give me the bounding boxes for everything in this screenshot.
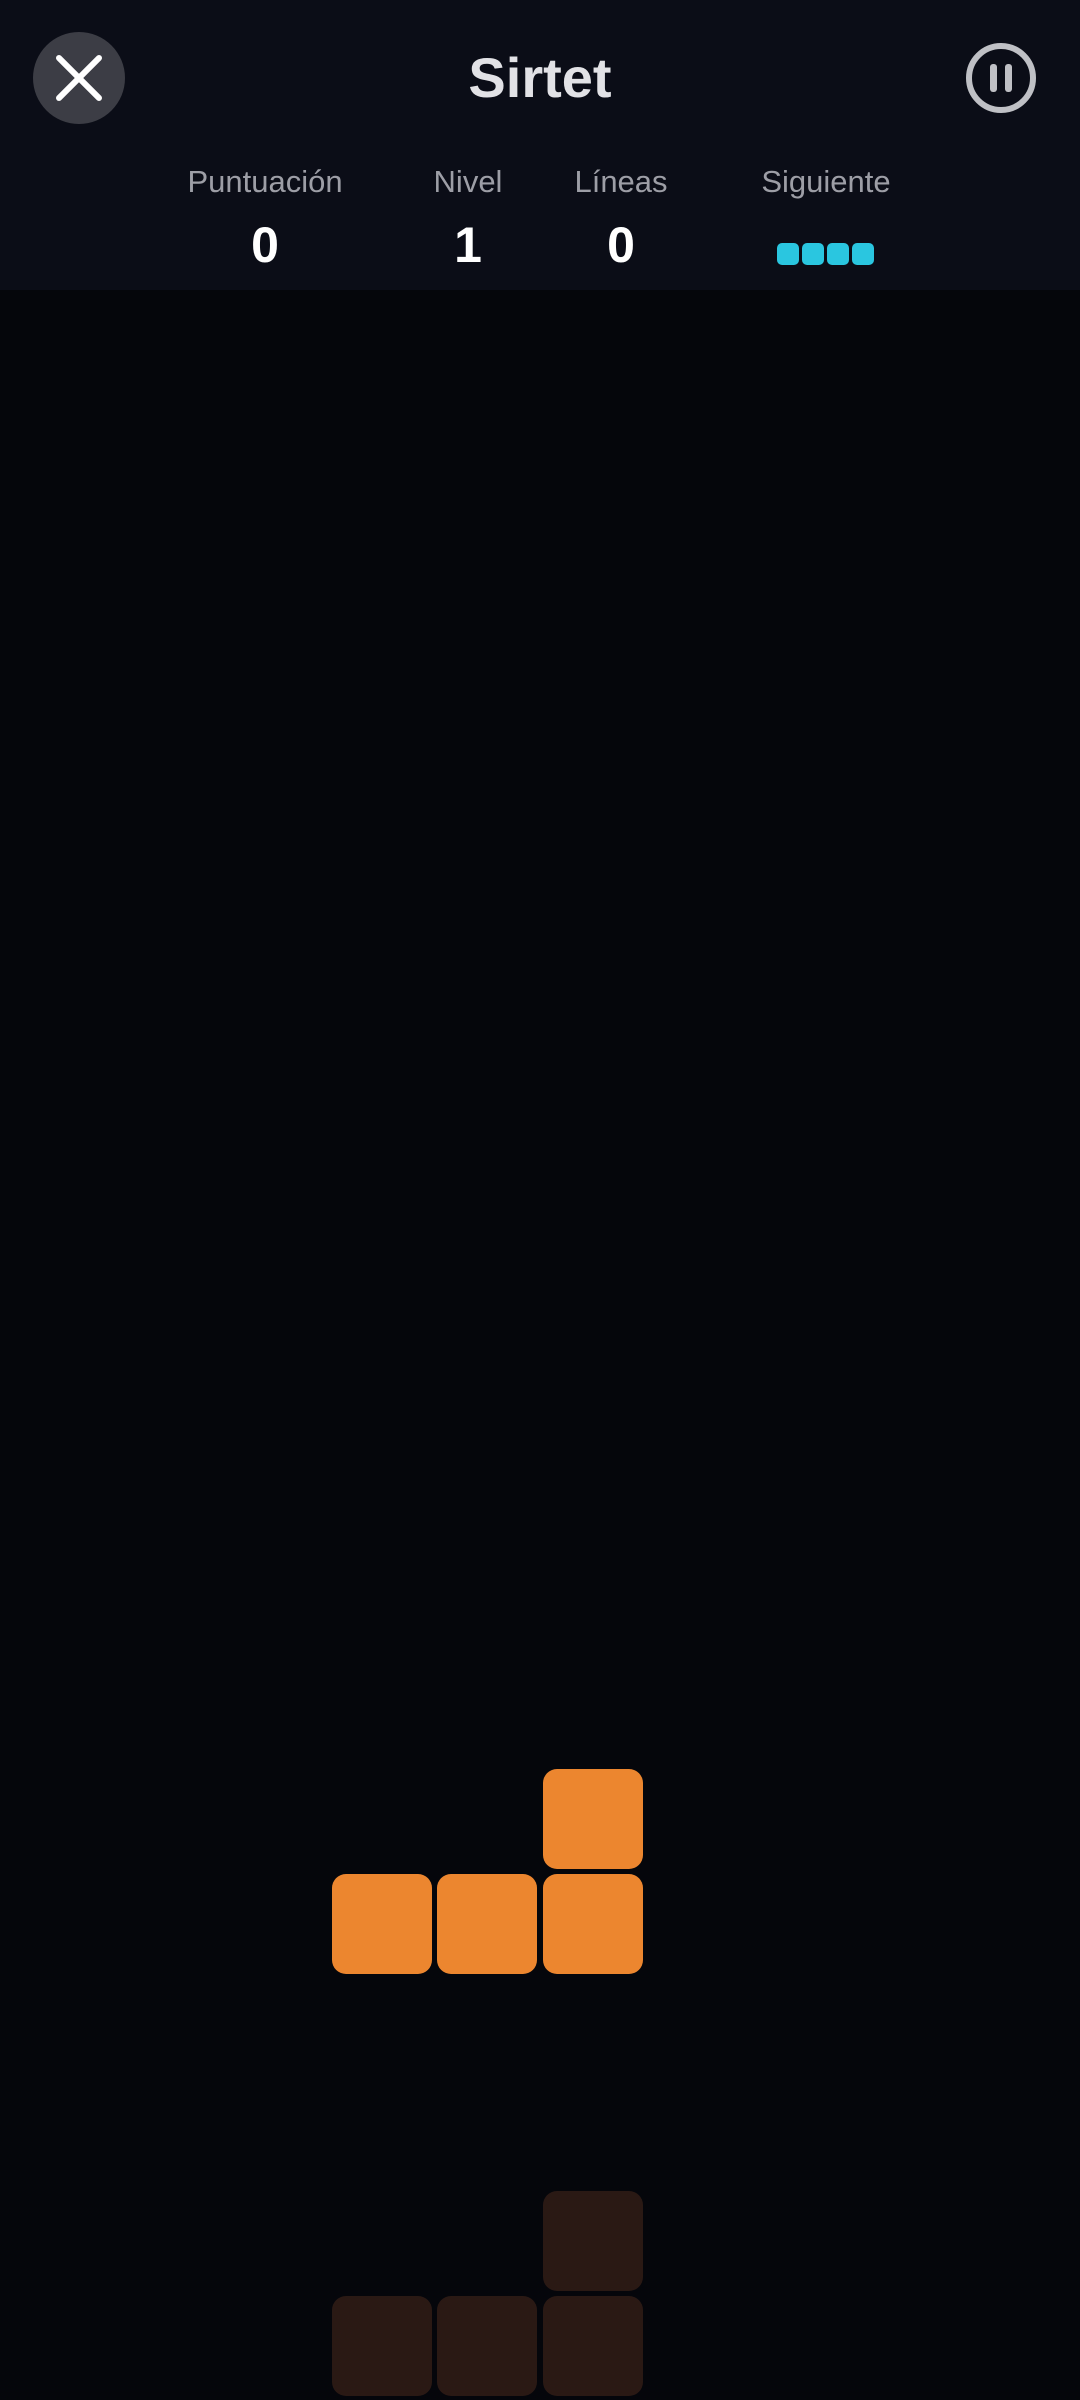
- level-label: Nivel: [433, 164, 503, 199]
- next-label: Siguiente: [761, 164, 891, 199]
- ghost-piece-block: [437, 2296, 537, 2396]
- level-value: 1: [454, 217, 482, 273]
- lines-value: 0: [607, 217, 635, 273]
- ghost-piece-block: [543, 2296, 643, 2396]
- next-piece-preview: [777, 243, 875, 265]
- pause-button[interactable]: [965, 42, 1037, 114]
- game-title: Sirtet: [468, 46, 612, 109]
- score-stat: Puntuación 0: [187, 160, 342, 276]
- next-stat: Siguiente: [761, 160, 890, 204]
- next-piece-cell: [802, 243, 824, 265]
- game-board[interactable]: [0, 290, 1080, 2400]
- lines-stat: Líneas 0: [574, 160, 667, 276]
- active-piece-block: [543, 1769, 643, 1869]
- pause-icon: [966, 43, 1036, 113]
- lines-label: Líneas: [574, 164, 668, 199]
- next-piece-cell: [827, 243, 849, 265]
- score-value: 0: [251, 217, 279, 273]
- game-header: Sirtet Puntuación 0 Nivel 1 Líneas 0 Sig…: [0, 0, 1080, 290]
- score-label: Puntuación: [187, 164, 343, 199]
- level-stat: Nivel 1: [434, 160, 503, 276]
- next-piece-cell: [777, 243, 799, 265]
- active-piece-block: [543, 1874, 643, 1974]
- next-piece-cell: [852, 243, 874, 265]
- ghost-piece-block: [332, 2296, 432, 2396]
- ghost-piece-block: [543, 2191, 643, 2291]
- active-piece-block: [437, 1874, 537, 1974]
- active-piece-block: [332, 1874, 432, 1974]
